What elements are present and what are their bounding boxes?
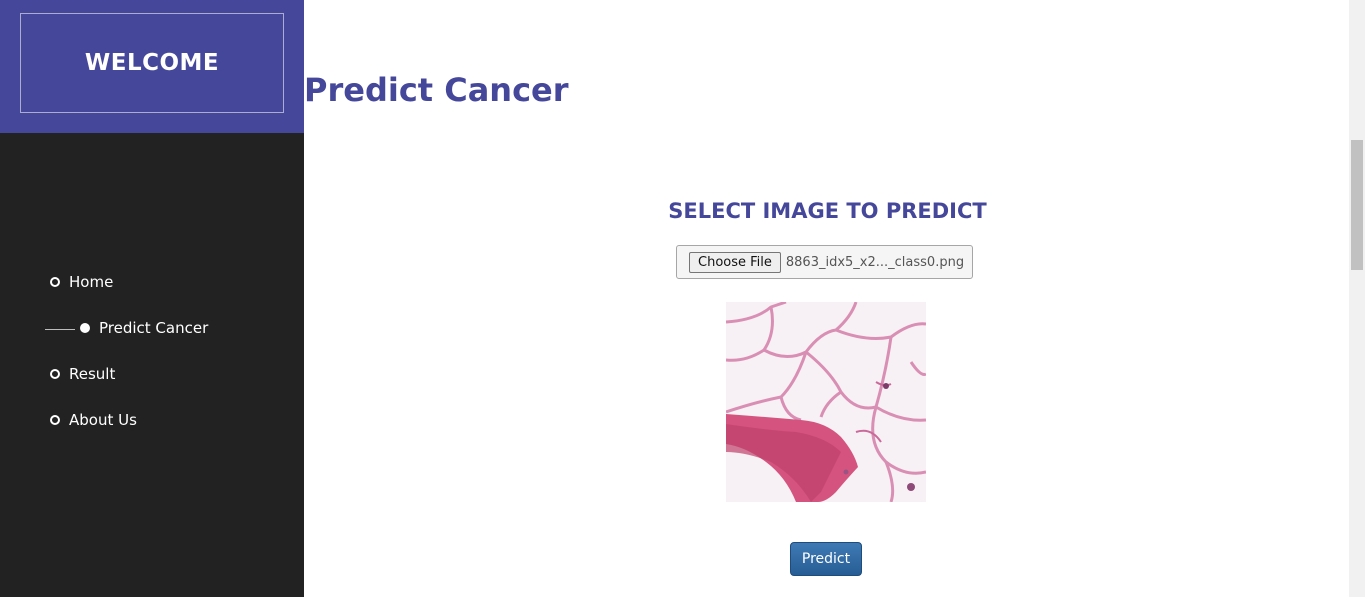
file-input[interactable]: Choose File 8863_idx5_x2..._class0.png bbox=[676, 245, 973, 279]
vertical-scrollbar[interactable] bbox=[1349, 0, 1365, 597]
sidebar-item-result[interactable]: Result bbox=[0, 354, 304, 400]
image-preview bbox=[726, 302, 926, 502]
scrollbar-thumb[interactable] bbox=[1351, 140, 1363, 270]
bullet-icon bbox=[50, 369, 60, 379]
selected-file-name: 8863_idx5_x2..._class0.png bbox=[785, 254, 965, 270]
main-content: Predict Cancer SELECT IMAGE TO PREDICT C… bbox=[304, 0, 1349, 597]
bullet-icon bbox=[50, 277, 60, 287]
sidebar-item-label: Predict Cancer bbox=[99, 319, 209, 337]
bullet-icon bbox=[50, 415, 60, 425]
active-indicator-line bbox=[45, 329, 75, 330]
sidebar-item-home[interactable]: Home bbox=[0, 262, 304, 308]
tissue-sample-image bbox=[726, 302, 926, 502]
welcome-banner: WELCOME bbox=[20, 13, 284, 113]
brand-panel: WELCOME bbox=[0, 0, 304, 133]
choose-file-button[interactable]: Choose File bbox=[689, 251, 781, 273]
sidebar: WELCOME Home Predict Cancer Result About… bbox=[0, 0, 304, 597]
sidebar-item-label: Result bbox=[69, 365, 116, 383]
active-bullet-icon bbox=[80, 323, 90, 333]
sidebar-item-predict-cancer[interactable]: Predict Cancer bbox=[0, 308, 304, 354]
sidebar-item-label: Home bbox=[69, 273, 114, 291]
page-title: Predict Cancer bbox=[304, 71, 569, 109]
sidebar-item-label: About Us bbox=[69, 411, 137, 429]
predict-button[interactable]: Predict bbox=[790, 542, 862, 576]
select-image-heading: SELECT IMAGE TO PREDICT bbox=[668, 199, 987, 223]
sidebar-item-about-us[interactable]: About Us bbox=[0, 400, 304, 446]
sidebar-nav: Home Predict Cancer Result About Us bbox=[0, 262, 304, 446]
